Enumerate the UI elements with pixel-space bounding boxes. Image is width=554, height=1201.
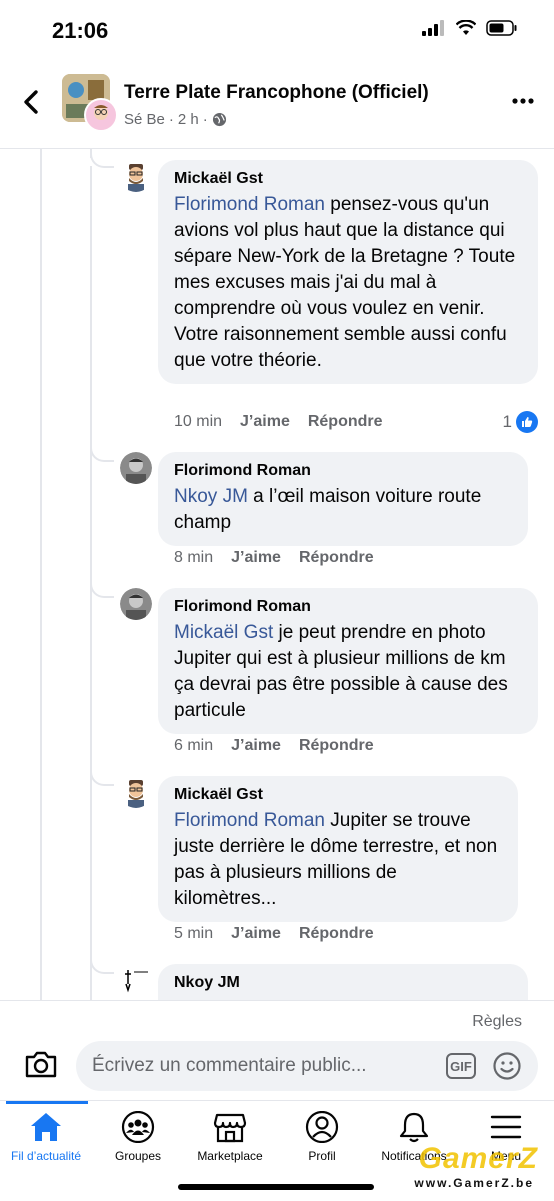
profile-icon xyxy=(305,1111,339,1143)
post-meta: Sé Be · 2 h · xyxy=(124,111,227,128)
reply-button[interactable]: Répondre xyxy=(308,413,383,431)
thread-line xyxy=(40,148,42,1000)
reply-connector xyxy=(90,148,114,168)
home-indicator[interactable] xyxy=(178,1184,374,1190)
comment-time[interactable]: 6 min xyxy=(174,737,213,755)
comment-author[interactable]: Nkoy JM xyxy=(174,974,512,992)
back-arrow-icon[interactable] xyxy=(18,88,46,116)
commenter-avatar[interactable] xyxy=(120,160,152,192)
comment-body: pensez-vous qu'un avions vol plus haut q… xyxy=(174,194,516,371)
tab-label: Groupes xyxy=(114,1149,162,1163)
comment-author[interactable]: Florimond Roman xyxy=(174,598,522,616)
mention-link[interactable]: Florimond Roman xyxy=(174,194,325,215)
comment-bubble[interactable]: Nkoy JM xyxy=(158,964,528,1000)
comment-bubble[interactable]: Florimond Roman Mickaël Gst je peut pren… xyxy=(158,588,538,734)
commenter-avatar[interactable] xyxy=(120,452,152,484)
reaction-number: 1 xyxy=(502,412,512,431)
comment-text: Florimond Roman Jupiter se trouve juste … xyxy=(174,808,502,912)
status-time: 21:06 xyxy=(52,18,109,43)
mention-link[interactable]: Florimond Roman xyxy=(174,810,325,831)
comment-actions: 5 min J’aime Répondre xyxy=(174,925,374,943)
group-title[interactable]: Terre Plate Francophone (Officiel) xyxy=(124,82,429,104)
author-avatar[interactable] xyxy=(84,98,118,132)
tab-profile[interactable]: Profil xyxy=(276,1111,368,1163)
tab-marketplace[interactable]: Marketplace xyxy=(184,1111,276,1163)
comment-thread[interactable]: Mickaël Gst Florimond Roman pensez-vous … xyxy=(0,148,554,1000)
gif-button[interactable]: GIF xyxy=(446,1053,476,1079)
watermark-logo: GamerZ xyxy=(418,1142,538,1175)
commenter-avatar[interactable] xyxy=(120,588,152,620)
comment-bubble[interactable]: Mickaël Gst Florimond Roman pensez-vous … xyxy=(158,160,538,384)
comment-text: Mickaël Gst je peut prendre en photo Jup… xyxy=(174,620,522,724)
reply-connector xyxy=(90,766,114,786)
reply-connector xyxy=(90,442,114,462)
like-button[interactable]: J’aime xyxy=(231,549,281,567)
menu-icon xyxy=(490,1115,522,1139)
like-reaction-icon xyxy=(516,411,538,433)
like-button[interactable]: J’aime xyxy=(231,925,281,943)
reply-connector xyxy=(90,954,114,974)
commenter-avatar[interactable] xyxy=(120,776,152,808)
wifi-icon xyxy=(456,20,476,35)
active-tab-indicator xyxy=(6,1101,88,1104)
comment-input[interactable]: Écrivez un commentaire public... GIF xyxy=(76,1041,538,1091)
mention-link[interactable]: Nkoy JM xyxy=(174,486,248,507)
comment-actions: 6 min J’aime Répondre xyxy=(174,737,374,755)
comment-composer: Règles Écrivez un commentaire public... … xyxy=(0,1000,554,1101)
comment-text: Nkoy JM a l’œil maison voiture route cha… xyxy=(174,484,512,536)
comment-placeholder: Écrivez un commentaire public... xyxy=(92,1055,367,1076)
tab-label: Marketplace xyxy=(197,1149,263,1163)
comment-author[interactable]: Florimond Roman xyxy=(174,462,512,480)
comment-time[interactable]: 10 min xyxy=(174,413,222,431)
tab-label: Profil xyxy=(308,1149,336,1163)
like-button[interactable]: J’aime xyxy=(240,413,290,431)
comment-actions: 10 min J’aime Répondre xyxy=(174,413,383,431)
reply-button[interactable]: Répondre xyxy=(299,737,374,755)
post-author[interactable]: Sé Be xyxy=(124,111,165,128)
comment-author[interactable]: Mickaël Gst xyxy=(174,786,502,804)
comment-time[interactable]: 5 min xyxy=(174,925,213,943)
watermark-url: www.GamerZ.be xyxy=(414,1176,534,1190)
emoji-icon[interactable] xyxy=(492,1051,522,1081)
globe-icon xyxy=(212,112,226,127)
reply-button[interactable]: Répondre xyxy=(299,549,374,567)
bell-icon xyxy=(399,1112,429,1143)
post-time[interactable]: 2 h xyxy=(178,111,199,128)
comment-actions: 8 min J’aime Répondre xyxy=(174,549,374,567)
cellular-signal-icon xyxy=(422,20,444,36)
like-button[interactable]: J’aime xyxy=(231,737,281,755)
camera-icon[interactable] xyxy=(24,1049,58,1079)
comment-bubble[interactable]: Florimond Roman Nkoy JM a l’œil maison v… xyxy=(158,452,528,546)
comment-time[interactable]: 8 min xyxy=(174,549,213,567)
reaction-count[interactable]: 1 xyxy=(503,411,538,433)
tab-label: Fil d’actualité xyxy=(10,1149,82,1163)
more-options-icon[interactable] xyxy=(512,98,534,104)
tab-groups[interactable]: Groupes xyxy=(92,1111,184,1163)
groups-icon xyxy=(121,1111,155,1143)
meta-separator: · xyxy=(202,111,208,128)
commenter-avatar[interactable] xyxy=(120,964,152,996)
mention-link[interactable]: Mickaël Gst xyxy=(174,622,273,643)
comment-author[interactable]: Mickaël Gst xyxy=(174,170,522,188)
status-icons xyxy=(422,20,518,36)
comment-bubble[interactable]: Mickaël Gst Florimond Roman Jupiter se t… xyxy=(158,776,518,922)
tab-news-feed[interactable]: Fil d’actualité xyxy=(0,1111,92,1163)
comment-text: Florimond Roman pensez-vous qu'un avions… xyxy=(174,192,522,374)
marketplace-icon xyxy=(213,1113,247,1143)
post-header: Terre Plate Francophone (Officiel) Sé Be… xyxy=(0,60,554,149)
reply-button[interactable]: Répondre xyxy=(299,925,374,943)
meta-separator: · xyxy=(168,111,174,128)
battery-icon xyxy=(486,20,517,36)
home-icon xyxy=(31,1113,61,1141)
status-bar: 21:06 xyxy=(0,0,554,60)
reply-connector xyxy=(90,578,114,598)
rules-link[interactable]: Règles xyxy=(472,1013,522,1031)
